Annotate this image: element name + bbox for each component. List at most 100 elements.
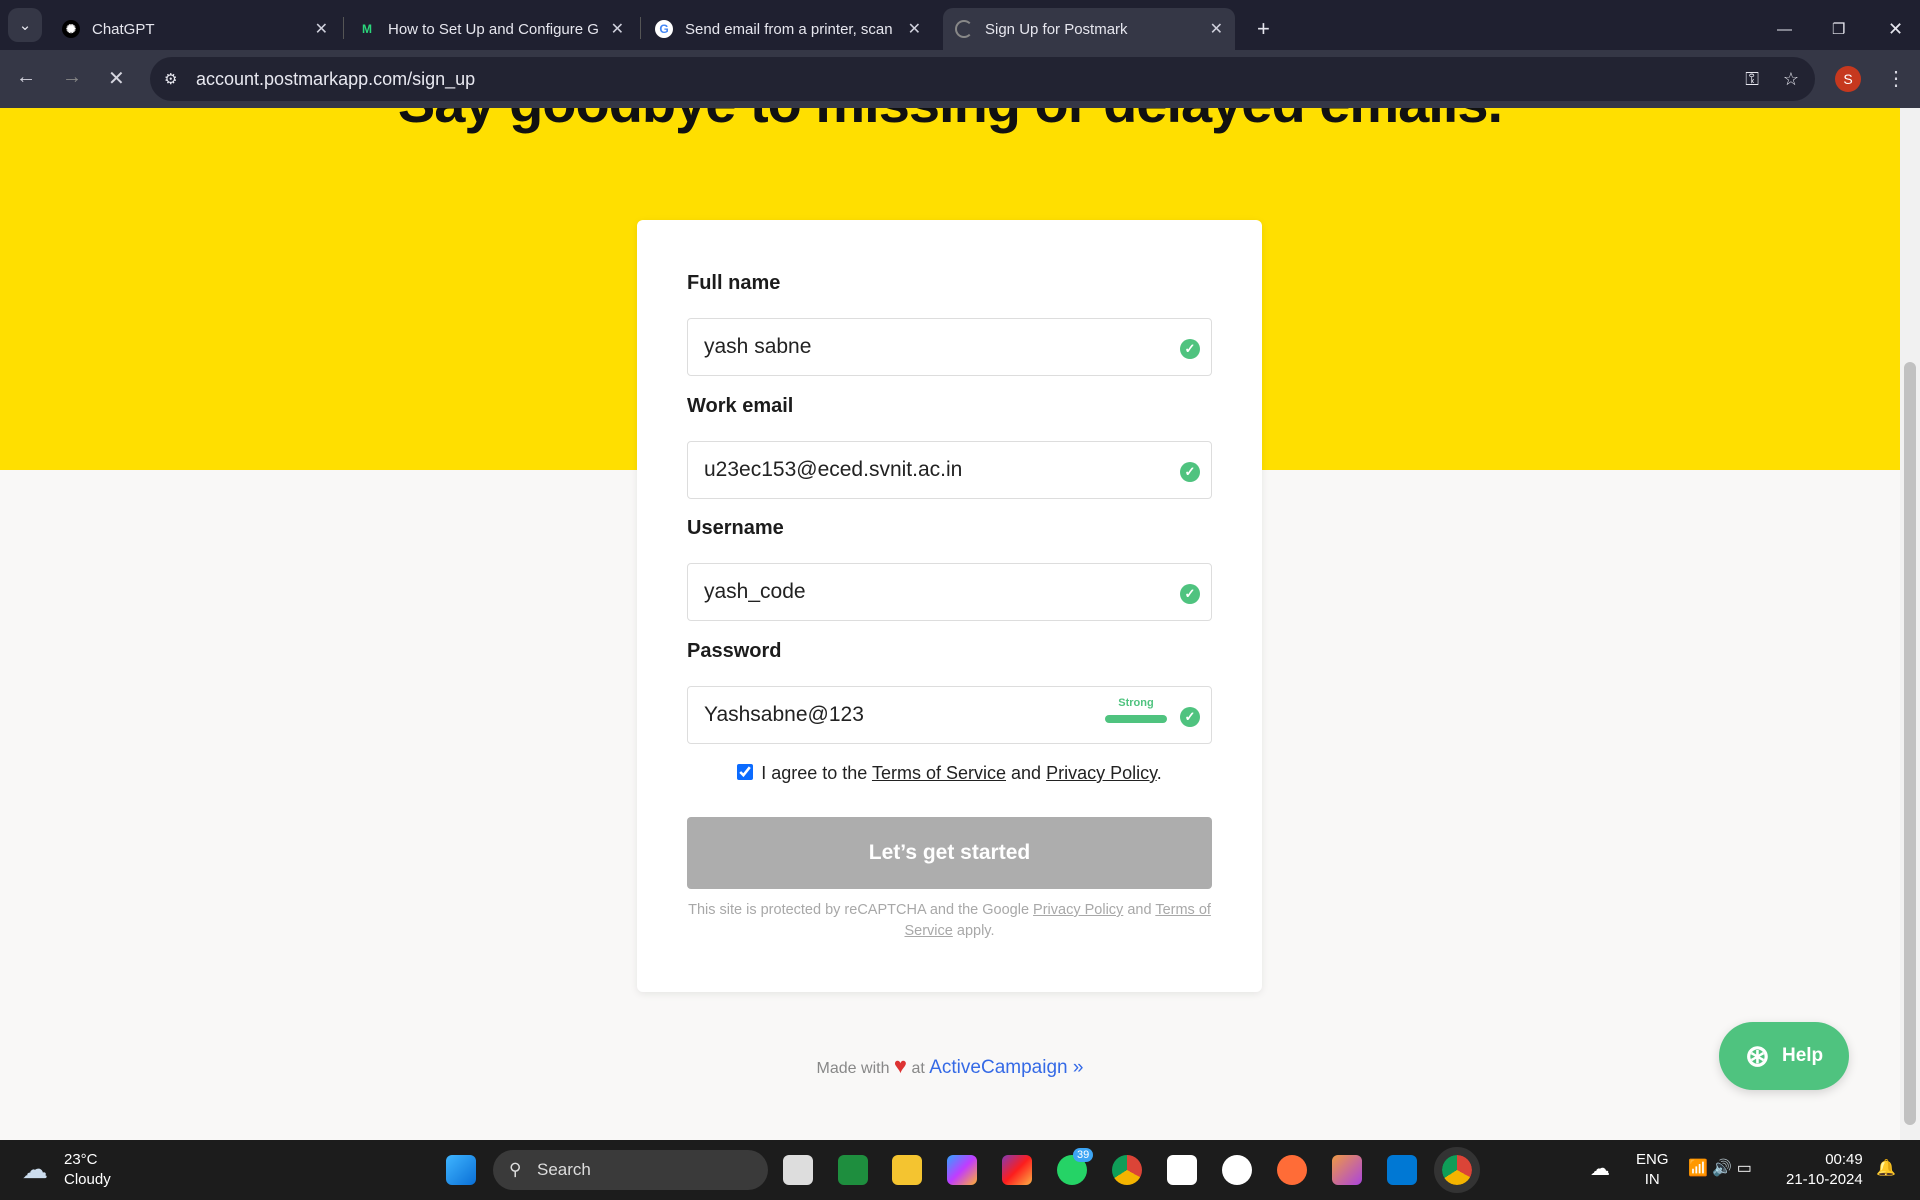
task-view-icon[interactable]: [783, 1155, 813, 1185]
mongodb-compass-icon[interactable]: [1222, 1155, 1252, 1185]
page-content: Say goodbye to missing or delayed emails…: [0, 108, 1900, 1140]
strength-bar: [1105, 715, 1167, 723]
weather-widget[interactable]: 23°C Cloudy: [64, 1150, 111, 1190]
menu-icon[interactable]: ⋮: [1886, 66, 1906, 91]
url-text: account.postmarkapp.com/sign_up: [196, 68, 476, 89]
input-value: Yashsabne@123: [704, 703, 864, 726]
agree-suffix: .: [1156, 763, 1162, 783]
username-input[interactable]: yash_code ✓: [687, 563, 1212, 621]
page-headline: Say goodbye to missing or delayed emails…: [0, 108, 1900, 135]
password-key-icon[interactable]: ⚿: [1745, 69, 1759, 90]
tab-search-button[interactable]: ⌄: [8, 8, 42, 42]
postman-icon[interactable]: [1277, 1155, 1307, 1185]
lang-text: ENG: [1636, 1151, 1669, 1168]
brand-name: ActiveCampaign: [929, 1057, 1068, 1078]
whatsapp-badge: 39: [1073, 1148, 1094, 1162]
onedrive-icon[interactable]: ☁: [1590, 1156, 1610, 1181]
google-icon: G: [655, 20, 673, 38]
tab-postmark[interactable]: Sign Up for Postmark ✕: [943, 8, 1235, 50]
address-bar[interactable]: ⚙ account.postmarkapp.com/sign_up ⚿ ☆: [150, 57, 1815, 101]
tab-gmail[interactable]: M How to Set Up and Configure G ✕: [346, 8, 636, 50]
terms-link[interactable]: Terms of Service: [872, 763, 1006, 783]
scrollbar[interactable]: [1900, 108, 1920, 1140]
recaptcha-suffix: apply.: [956, 923, 995, 939]
taskbar: ☁ 23°C Cloudy ⚲ Search 39 ☁ ENG IN 📶 🔊 ▭ 00…: [0, 1140, 1920, 1200]
check-icon: ✓: [1180, 707, 1200, 727]
recaptcha-text: This site is protected by reCAPTCHA and …: [688, 902, 1030, 918]
strength-label: Strong: [1118, 697, 1154, 709]
full-name-label: Full name: [687, 272, 781, 294]
chatgpt-icon: ✺: [62, 20, 80, 38]
recaptcha-and: and: [1127, 902, 1152, 918]
copilot-icon[interactable]: [947, 1155, 977, 1185]
tab-title: Sign Up for Postmark: [985, 20, 1128, 38]
agree-checkbox[interactable]: [737, 764, 754, 780]
terms-agreement: I agree to the Terms of Service and Priv…: [637, 763, 1262, 784]
activecampaign-link[interactable]: ActiveCampaign »: [929, 1057, 1083, 1078]
tab-chatgpt[interactable]: ✺ ChatGPT ✕: [50, 8, 340, 50]
search-label: Search: [537, 1160, 591, 1179]
scrollbar-thumb[interactable]: [1904, 362, 1916, 1125]
search-icon: ⚲: [509, 1160, 522, 1179]
classroom-icon[interactable]: [838, 1155, 868, 1185]
input-value: yash sabne: [704, 335, 812, 358]
loading-icon: [955, 20, 973, 38]
close-tab-icon[interactable]: ✕: [908, 19, 921, 39]
google-privacy-link[interactable]: Privacy Policy: [1033, 902, 1123, 918]
agree-text: I agree to the: [761, 763, 868, 783]
file-explorer-icon[interactable]: [892, 1155, 922, 1185]
bookmark-star-icon[interactable]: ☆: [1783, 69, 1799, 90]
weather-condition: Cloudy: [64, 1171, 111, 1188]
submit-button[interactable]: Let’s get started: [687, 817, 1212, 889]
region-text: IN: [1644, 1171, 1660, 1188]
lifebuoy-icon: ⊛: [1744, 1039, 1770, 1073]
site-info-icon[interactable]: ⚙: [164, 70, 177, 88]
browser-toolbar: ← → ✕ ⚙ account.postmarkapp.com/sign_up …: [0, 50, 1920, 108]
new-tab-button[interactable]: +: [1245, 8, 1282, 50]
agree-and: and: [1011, 763, 1042, 783]
tab-title: How to Set Up and Configure G: [388, 20, 599, 38]
input-value: u23ec153@eced.svnit.ac.in: [704, 458, 963, 481]
minimize-button[interactable]: —: [1765, 8, 1804, 50]
chrome-icon[interactable]: [1112, 1155, 1142, 1185]
privacy-link[interactable]: Privacy Policy: [1046, 763, 1157, 783]
stop-button[interactable]: ✕: [108, 66, 125, 91]
signup-form: Full name yash sabne ✓ Work email u23ec15…: [637, 220, 1262, 992]
clock[interactable]: 00:49 21-10-2024: [1786, 1150, 1863, 1190]
chevron-right-icon: »: [1072, 1057, 1084, 1078]
windows-start-icon[interactable]: [446, 1155, 476, 1185]
work-email-label: Work email: [687, 395, 794, 417]
footer-credit: Made with ♥ at ActiveCampaign »: [0, 1053, 1900, 1079]
back-button[interactable]: ←: [16, 66, 36, 89]
check-icon: ✓: [1180, 584, 1200, 604]
app-icon[interactable]: [1332, 1155, 1362, 1185]
close-tab-icon[interactable]: ✕: [611, 19, 624, 39]
work-email-input[interactable]: u23ec153@eced.svnit.ac.in ✓: [687, 441, 1212, 499]
wifi-volume-battery-icons[interactable]: 📶 🔊 ▭: [1688, 1158, 1752, 1178]
taskbar-search[interactable]: ⚲ Search: [493, 1150, 768, 1190]
password-strength-meter: Strong: [1105, 697, 1167, 723]
profile-avatar[interactable]: S: [1835, 66, 1861, 92]
tab-bar: ⌄ ✺ ChatGPT ✕ M How to Set Up and Configure…: [0, 0, 1920, 50]
tab-title: Send email from a printer, scan: [685, 20, 893, 38]
forward-button[interactable]: →: [62, 66, 82, 89]
instagram-icon[interactable]: [1002, 1155, 1032, 1185]
notification-icon[interactable]: 🔔: [1876, 1158, 1896, 1178]
close-window-button[interactable]: ✕: [1876, 8, 1915, 50]
restore-button[interactable]: ❐: [1820, 8, 1857, 50]
close-tab-icon[interactable]: ✕: [1210, 19, 1223, 39]
close-tab-icon[interactable]: ✕: [315, 19, 328, 39]
language-indicator[interactable]: ENG IN: [1636, 1150, 1669, 1190]
help-label: Help: [1781, 1045, 1824, 1066]
full-name-input[interactable]: yash sabne ✓: [687, 318, 1212, 376]
tab-google[interactable]: G Send email from a printer, scan ✕: [643, 8, 933, 50]
chrome-active-icon[interactable]: [1434, 1147, 1480, 1193]
help-button[interactable]: ⊛ Help: [1719, 1022, 1849, 1090]
input-value: yash_code: [704, 580, 806, 603]
password-label: Password: [687, 640, 782, 662]
password-input[interactable]: Yashsabne@123 Strong ✓: [687, 686, 1212, 744]
gmail-icon: M: [362, 22, 372, 36]
check-icon: ✓: [1180, 462, 1200, 482]
microsoft-store-icon[interactable]: [1167, 1155, 1197, 1185]
vscode-icon[interactable]: [1387, 1155, 1417, 1185]
